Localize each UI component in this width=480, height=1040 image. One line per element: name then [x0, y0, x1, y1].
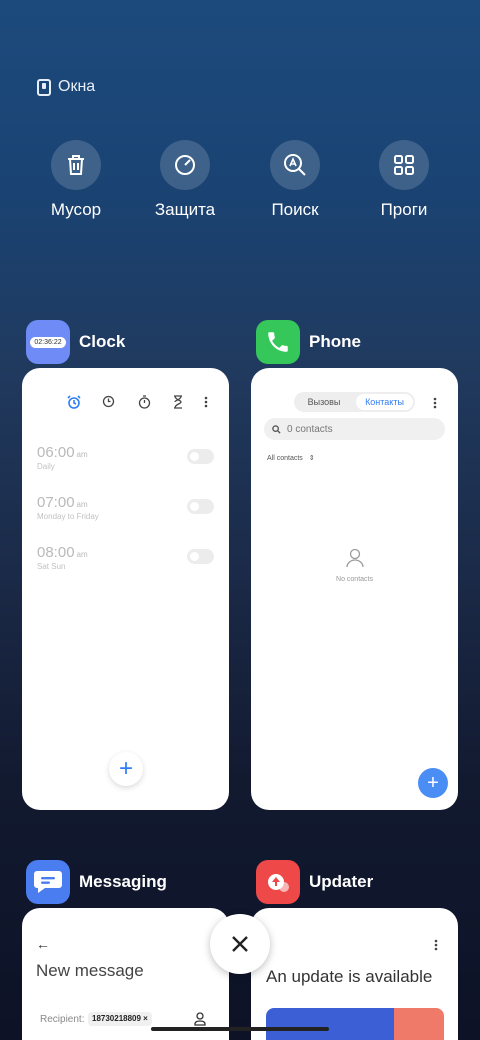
updater-card[interactable]: An update is available — [251, 908, 458, 1040]
phone-tab-switcher: Вызовы Контакты — [294, 392, 415, 412]
clock-app-name: Clock — [79, 332, 126, 351]
tab-contacts[interactable]: Контакты — [356, 394, 413, 410]
phone-app-name: Phone — [309, 332, 361, 351]
messaging-app-header[interactable]: Messaging — [26, 860, 167, 904]
phone-more-icon[interactable] — [433, 396, 437, 414]
empty-contacts: No contacts — [251, 548, 458, 583]
alarm-toggle[interactable] — [187, 499, 214, 514]
alarm-item[interactable]: 08:00 am Sat Sun — [37, 544, 88, 571]
messaging-app-icon — [26, 860, 70, 904]
windows-header[interactable]: Окна — [37, 78, 95, 96]
messaging-app-name: Messaging — [79, 872, 167, 891]
update-available-title: An update is available — [266, 967, 433, 986]
clock-more-icon[interactable] — [204, 395, 208, 413]
clock-card[interactable]: 06:00 am Daily 07:00 am Monday to Friday 0… — [22, 368, 229, 810]
shield-gauge-icon — [160, 140, 210, 190]
add-contact-button[interactable]: + — [418, 768, 448, 798]
new-message-title: New message — [36, 961, 144, 980]
timer-tab-icon[interactable] — [173, 395, 183, 414]
trash-icon — [51, 140, 101, 190]
contacts-filter[interactable]: All contacts ⇕ — [267, 454, 315, 462]
close-icon — [232, 936, 248, 952]
window-icon — [37, 78, 51, 96]
search-button[interactable]: Поиск — [240, 140, 350, 220]
clock-icon-time: 02:36:22 — [30, 336, 66, 348]
updater-app-icon — [256, 860, 300, 904]
sort-arrows-icon: ⇕ — [308, 455, 315, 462]
alarm-tab-icon[interactable] — [67, 395, 81, 414]
updater-app-name: Updater — [309, 872, 374, 891]
alarm-repeat: Monday to Friday — [37, 512, 99, 521]
person-icon — [345, 548, 364, 568]
clock-tabs — [64, 395, 214, 411]
messaging-card[interactable]: ← New message Recipient: 18730218809 × — [22, 908, 229, 1040]
apps-grid-icon — [379, 140, 429, 190]
windows-label: Окна — [58, 78, 96, 95]
alarm-toggle[interactable] — [187, 549, 214, 564]
close-all-button[interactable] — [210, 914, 270, 974]
alarm-time: 08:00 am — [37, 544, 88, 561]
updater-more-icon[interactable] — [434, 938, 438, 956]
contacts-search-input[interactable]: 0 contacts — [264, 418, 445, 440]
phone-app-icon — [256, 320, 300, 364]
trash-label: Мусор — [50, 200, 102, 219]
empty-contacts-text: No contacts — [336, 576, 373, 583]
recipient-label: Recipient: — [40, 1014, 85, 1025]
alarm-item[interactable]: 07:00 am Monday to Friday — [37, 494, 99, 521]
contacts-filter-label: All contacts — [267, 455, 303, 462]
search-icon — [270, 140, 320, 190]
search-label: Поиск — [271, 200, 319, 219]
search-icon — [272, 424, 281, 434]
add-alarm-button[interactable]: + — [109, 752, 143, 786]
clock-app-icon: 02:36:22 — [26, 320, 70, 364]
world-clock-tab-icon[interactable] — [102, 395, 115, 413]
alarm-time: 07:00 am — [37, 494, 88, 511]
alarm-item[interactable]: 06:00 am Daily — [37, 444, 88, 471]
update-banner-image — [266, 1008, 444, 1040]
protection-button[interactable]: Защита — [130, 140, 240, 220]
trash-button[interactable]: Мусор — [21, 140, 131, 220]
quick-actions: Мусор Защита Поиск Проги — [0, 140, 480, 230]
phone-app-header[interactable]: Phone — [256, 320, 361, 364]
alarm-repeat: Daily — [37, 462, 55, 471]
alarm-repeat: Sat Sun — [37, 562, 66, 571]
recipient-chip[interactable]: 18730218809 × — [88, 1012, 152, 1026]
phone-card[interactable]: Вызовы Контакты 0 contacts All contacts … — [251, 368, 458, 810]
clock-app-header[interactable]: 02:36:22 Clock — [26, 320, 125, 364]
apps-button[interactable]: Проги — [349, 140, 459, 220]
alarm-time: 06:00 am — [37, 444, 88, 461]
protection-label: Защита — [154, 200, 216, 219]
apps-label: Проги — [380, 200, 428, 219]
back-arrow-icon[interactable]: ← — [36, 936, 50, 952]
alarm-toggle[interactable] — [187, 449, 214, 464]
updater-app-header[interactable]: Updater — [256, 860, 373, 904]
home-indicator[interactable] — [151, 1027, 329, 1031]
contacts-search-placeholder: 0 contacts — [287, 423, 333, 435]
tab-calls[interactable]: Вызовы — [294, 392, 354, 412]
stopwatch-tab-icon[interactable] — [138, 395, 151, 414]
